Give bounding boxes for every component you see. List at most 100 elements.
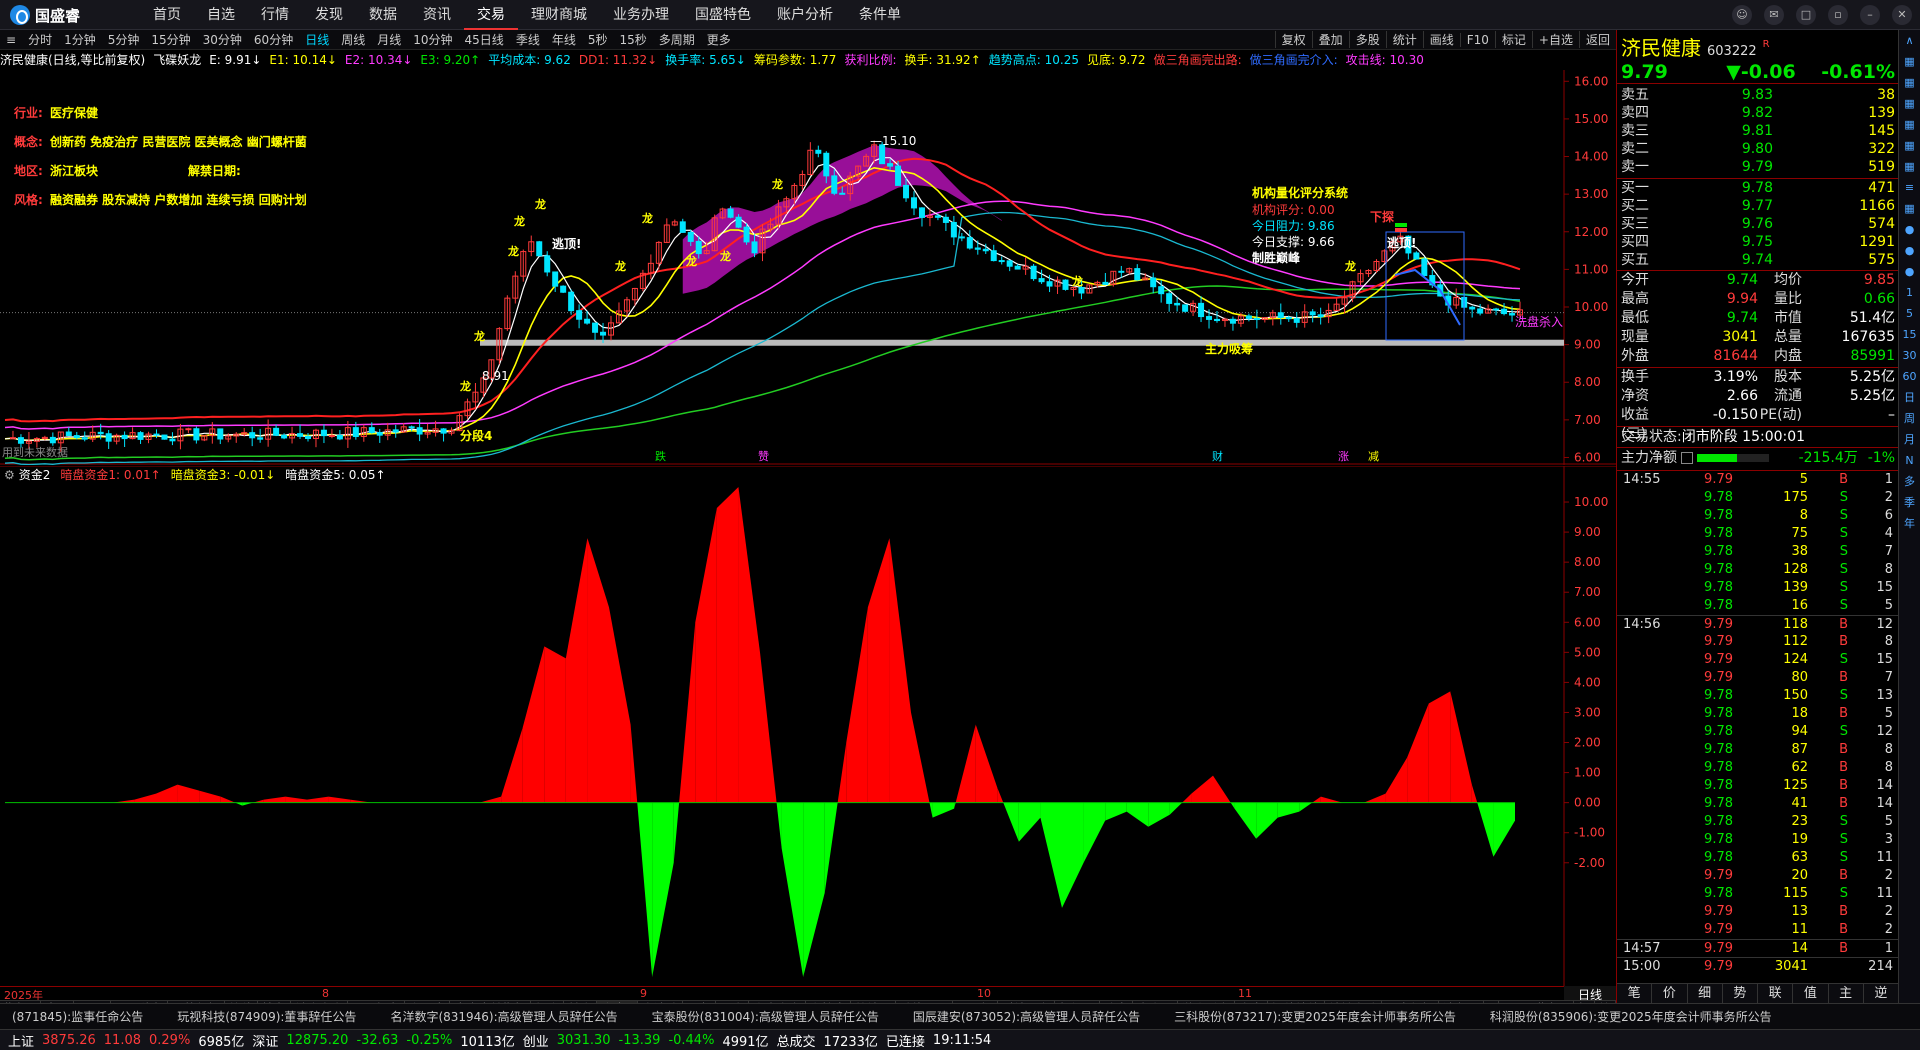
sidebar-button[interactable]: ▦: [1899, 198, 1920, 219]
menu-item[interactable]: 行情: [248, 0, 302, 30]
chart-tool-button[interactable]: 返回: [1578, 31, 1616, 48]
chart-tool-button[interactable]: +自选: [1531, 31, 1579, 48]
sidebar-button[interactable]: 多: [1899, 471, 1920, 492]
quote-tab[interactable]: 主: [1829, 984, 1864, 1003]
book-row[interactable]: 卖五 9.83 38: [1617, 86, 1899, 104]
window-button-icon[interactable]: ✉: [1764, 5, 1784, 25]
sidebar-button[interactable]: ≡: [1899, 177, 1920, 198]
period-tab[interactable]: 日线: [299, 31, 335, 48]
sidebar-button[interactable]: 年: [1899, 513, 1920, 534]
sidebar-button[interactable]: ●: [1899, 219, 1920, 240]
period-tab[interactable]: 60分钟: [248, 31, 299, 48]
news-item[interactable]: 三科股份(873217):变更2025年度会计师事务所公告: [1174, 1008, 1456, 1025]
chart-tool-button[interactable]: 统计: [1385, 31, 1423, 48]
sidebar-button[interactable]: ∧: [1899, 30, 1920, 51]
sidebar-button[interactable]: N: [1899, 450, 1920, 471]
news-item[interactable]: 科润股份(835906):变更2025年度会计师事务所公告: [1490, 1008, 1772, 1025]
period-tab[interactable]: 5秒: [582, 31, 614, 48]
book-row[interactable]: 买三 9.76 574: [1617, 215, 1899, 233]
period-tab[interactable]: 30分钟: [197, 31, 248, 48]
menu-item[interactable]: 条件单: [846, 0, 914, 30]
book-row[interactable]: 买四 9.75 1291: [1617, 233, 1899, 251]
quote-tab[interactable]: 逆: [1864, 984, 1899, 1003]
sidebar-button[interactable]: ▦: [1899, 93, 1920, 114]
period-tab[interactable]: 多周期: [653, 31, 701, 48]
period-tab[interactable]: 更多: [701, 31, 737, 48]
quote-tab[interactable]: 价: [1652, 984, 1688, 1003]
sidebar-button[interactable]: ●: [1899, 240, 1920, 261]
chart-tool-button[interactable]: 叠加: [1311, 31, 1349, 48]
settings-icon[interactable]: ⚙: [4, 468, 15, 482]
menu-item[interactable]: 交易: [464, 0, 518, 30]
window-button-icon[interactable]: □: [1796, 5, 1816, 25]
quote-tab[interactable]: 联: [1758, 984, 1794, 1003]
sidebar-button[interactable]: 60: [1899, 366, 1920, 387]
chart-tool-button[interactable]: 多股: [1348, 31, 1386, 48]
quote-tab[interactable]: 笔: [1617, 984, 1653, 1003]
window-button-icon[interactable]: ▫: [1828, 5, 1848, 25]
sidebar-button[interactable]: ▦: [1899, 156, 1920, 177]
news-item[interactable]: (871845):监事任命公告: [12, 1008, 143, 1025]
book-row[interactable]: 买五 9.74 575: [1617, 251, 1899, 269]
window-button-icon[interactable]: ☺: [1732, 5, 1752, 25]
menu-item[interactable]: 发现: [302, 0, 356, 30]
menu-item[interactable]: 国盛特色: [682, 0, 764, 30]
sidebar-button[interactable]: ●: [1899, 261, 1920, 282]
menu-grid-icon[interactable]: ≡: [0, 33, 22, 47]
chart-tool-button[interactable]: 标记: [1494, 31, 1532, 48]
fund-flow-chart[interactable]: 10.00 9.00 8.00 7.00 6.00 5.00 4.00 3.00 2.00 1.0…: [0, 466, 1616, 986]
window-button-icon[interactable]: ✕: [1892, 5, 1912, 25]
period-tab[interactable]: 5分钟: [102, 31, 146, 48]
book-row[interactable]: 买二 9.77 1166: [1617, 197, 1899, 215]
sidebar-button[interactable]: 1: [1899, 282, 1920, 303]
sidebar-button[interactable]: 日: [1899, 387, 1920, 408]
chart-tool-button[interactable]: 画线: [1422, 31, 1460, 48]
menu-item[interactable]: 资讯: [410, 0, 464, 30]
book-row[interactable]: 买一 9.78 471: [1617, 179, 1899, 197]
menu-item[interactable]: 业务办理: [600, 0, 682, 30]
sidebar-button[interactable]: 5: [1899, 303, 1920, 324]
kline-chart[interactable]: 16.00 15.00 14.00 13.00 12.00 11.00 10.00 9.00 8…: [0, 70, 1616, 465]
menu-item[interactable]: 账户分析: [764, 0, 846, 30]
app-logo[interactable]: 国盛睿: [10, 5, 80, 25]
period-tab[interactable]: 月线: [371, 31, 407, 48]
sidebar-button[interactable]: ▦: [1899, 72, 1920, 93]
quote-tab[interactable]: 值: [1793, 984, 1829, 1003]
chart-tool-button[interactable]: 复权: [1274, 31, 1312, 48]
book-row[interactable]: 卖二 9.80 322: [1617, 140, 1899, 158]
sidebar-button[interactable]: ▦: [1899, 51, 1920, 72]
sidebar-button[interactable]: ▦: [1899, 114, 1920, 135]
book-row[interactable]: 卖一 9.79 519: [1617, 158, 1899, 176]
sidebar-button[interactable]: 30: [1899, 345, 1920, 366]
chart-tool-button[interactable]: F10: [1459, 32, 1495, 47]
period-tab[interactable]: 年线: [546, 31, 582, 48]
sidebar-button[interactable]: 季: [1899, 492, 1920, 513]
quote-tab[interactable]: 细: [1688, 984, 1723, 1003]
period-tab[interactable]: 15秒: [613, 31, 652, 48]
news-item[interactable]: 宝泰股份(831004):高级管理人员辞任公告: [652, 1008, 879, 1025]
period-tab[interactable]: 15分钟: [145, 31, 196, 48]
sidebar-button[interactable]: 月: [1899, 429, 1920, 450]
sidebar-button[interactable]: ▦: [1899, 135, 1920, 156]
tick-list[interactable]: 14:55 9.79 5 B 1 9.78 175 S 2 9.78 8 S 6 9.78 75 S 4 9.78…: [1617, 470, 1899, 975]
sidebar-button[interactable]: 15: [1899, 324, 1920, 345]
news-item[interactable]: 名洋数字(831946):高级管理人员辞任公告: [390, 1008, 617, 1025]
menu-item[interactable]: 自选: [194, 0, 248, 30]
news-item[interactable]: 玩视科技(874909):董事辞任公告: [177, 1008, 356, 1025]
period-tab[interactable]: 1分钟: [58, 31, 102, 48]
period-tab[interactable]: 45日线: [459, 31, 510, 48]
sidebar-button[interactable]: 周: [1899, 408, 1920, 429]
period-tab[interactable]: 季线: [510, 31, 546, 48]
book-row[interactable]: 卖四 9.82 139: [1617, 104, 1899, 122]
period-tab[interactable]: 分时: [22, 31, 58, 48]
menu-item[interactable]: 首页: [140, 0, 194, 30]
window-button-icon[interactable]: –: [1860, 5, 1880, 25]
period-tab[interactable]: 周线: [335, 31, 371, 48]
news-item[interactable]: 国辰建安(873052):高级管理人员辞任公告: [913, 1008, 1140, 1025]
book-row[interactable]: 卖三 9.81 145: [1617, 122, 1899, 140]
menu-item[interactable]: 数据: [356, 0, 410, 30]
net-flow-icon[interactable]: [1681, 451, 1693, 464]
period-label[interactable]: 日线: [1564, 986, 1616, 1002]
menu-item[interactable]: 理财商城: [518, 0, 600, 30]
period-tab[interactable]: 10分钟: [407, 31, 458, 48]
